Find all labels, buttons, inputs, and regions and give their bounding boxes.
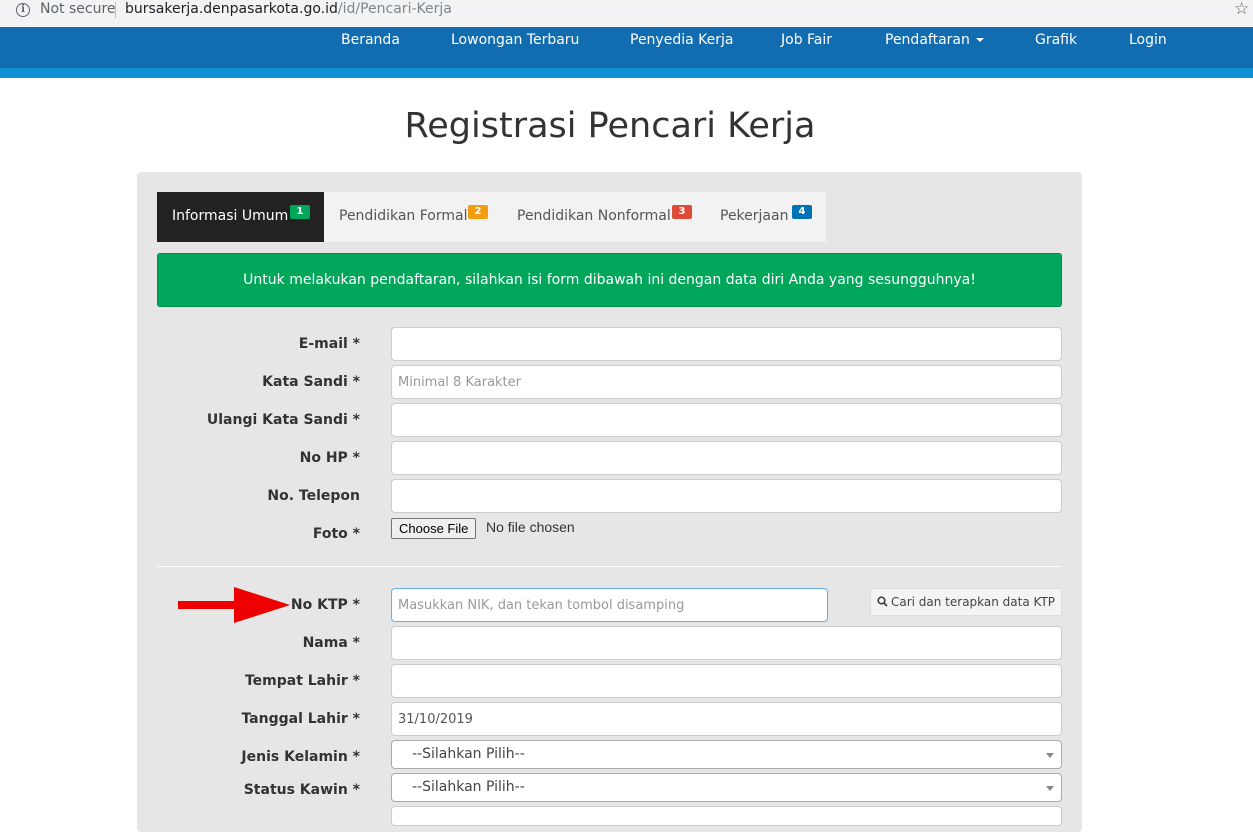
birthplace-field[interactable]: [391, 664, 1062, 698]
gender-label: Jenis Kelamin *: [241, 749, 360, 765]
tab-pendidikan-nonformal[interactable]: Pendidikan Nonformal 3: [502, 192, 705, 242]
phone-hp-field[interactable]: [391, 441, 1062, 475]
tab-badge: 4: [792, 205, 812, 219]
gender-selected: --Silahkan Pilih--: [412, 746, 525, 762]
phone-hp-label: No HP *: [299, 450, 360, 466]
nav-job-fair[interactable]: Job Fair: [781, 32, 832, 48]
marital-selected: --Silahkan Pilih--: [412, 779, 525, 795]
form-tabs: Informasi Umum 1 Pendidikan Formal 2 Pen…: [157, 192, 826, 242]
url-path: /id/Pencari-Kerja: [337, 1, 452, 17]
nav-pendaftaran-label: Pendaftaran: [885, 32, 970, 48]
name-label: Nama *: [302, 635, 360, 651]
caret-down-icon: [975, 38, 984, 42]
search-ktp-label: Cari dan terapkan data KTP: [890, 595, 1056, 609]
choose-file-button[interactable]: Choose File: [391, 518, 477, 539]
security-label: Not secure: [40, 1, 116, 17]
main-navbar: Beranda Lowongan Terbaru Penyedia Kerja …: [0, 27, 1253, 68]
tab-pendidikan-formal[interactable]: Pendidikan Formal 2: [324, 192, 502, 242]
tab-pekerjaan[interactable]: Pekerjaan 4: [705, 192, 826, 242]
marital-select[interactable]: --Silahkan Pilih--: [391, 773, 1062, 802]
photo-label: Foto *: [312, 526, 360, 542]
tab-badge: 3: [672, 205, 692, 219]
nav-pendaftaran-dropdown[interactable]: Pendaftaran: [885, 32, 984, 48]
search-icon: [877, 596, 888, 607]
tab-badge: 1: [290, 205, 310, 219]
password-repeat-field[interactable]: [391, 403, 1062, 437]
search-ktp-button[interactable]: Cari dan terapkan data KTP: [870, 588, 1062, 616]
ktp-field[interactable]: [391, 588, 828, 622]
tab-label: Pendidikan Nonformal: [517, 208, 671, 224]
dropdown-arrow-icon: [1046, 786, 1054, 791]
password-repeat-label: Ulangi Kata Sandi *: [206, 412, 360, 428]
next-field-partial[interactable]: [391, 806, 1062, 826]
navbar-accent-stripe: [0, 68, 1253, 78]
tab-informasi-umum[interactable]: Informasi Umum 1: [157, 192, 324, 242]
email-label: E-mail *: [298, 336, 360, 352]
nav-grafik[interactable]: Grafik: [1035, 32, 1077, 48]
marital-label: Status Kawin *: [243, 782, 360, 798]
address-divider: [115, 2, 116, 18]
info-alert: Untuk melakukan pendaftaran, silahkan is…: [157, 253, 1062, 307]
url-domain: bursakerja.denpasarkota.go.id: [125, 1, 338, 17]
file-status: No file chosen: [486, 519, 575, 535]
password-label: Kata Sandi *: [262, 374, 360, 390]
nav-penyedia-kerja[interactable]: Penyedia Kerja: [630, 32, 733, 48]
browser-address-bar: i Not secure bursakerja.denpasarkota.go.…: [0, 0, 1253, 27]
email-field[interactable]: [391, 327, 1062, 361]
page-title: Registrasi Pencari Kerja: [404, 106, 816, 146]
birthplace-label: Tempat Lahir *: [244, 673, 360, 689]
bookmark-star-icon[interactable]: ☆: [1234, 0, 1249, 19]
name-field[interactable]: [391, 626, 1062, 660]
info-icon[interactable]: i: [16, 3, 30, 17]
section-divider: [157, 566, 1062, 567]
password-field[interactable]: [391, 365, 1062, 399]
birthdate-field[interactable]: [391, 702, 1062, 736]
tab-label: Informasi Umum: [172, 208, 289, 224]
red-arrow-icon: [178, 587, 290, 623]
ktp-label: No KTP *: [290, 597, 360, 613]
dropdown-arrow-icon: [1046, 753, 1054, 758]
phone-label: No. Telepon: [267, 488, 360, 504]
tab-badge: 2: [468, 205, 488, 219]
tab-label: Pendidikan Formal: [339, 208, 468, 224]
nav-login[interactable]: Login: [1129, 32, 1167, 48]
tab-label: Pekerjaan: [720, 208, 789, 224]
nav-beranda[interactable]: Beranda: [341, 32, 400, 48]
gender-select[interactable]: --Silahkan Pilih--: [391, 740, 1062, 769]
birthdate-label: Tanggal Lahir *: [241, 711, 360, 727]
url-field[interactable]: bursakerja.denpasarkota.go.id/id/Pencari…: [125, 1, 452, 17]
nav-lowongan-terbaru[interactable]: Lowongan Terbaru: [451, 32, 579, 48]
phone-field[interactable]: [391, 479, 1062, 513]
